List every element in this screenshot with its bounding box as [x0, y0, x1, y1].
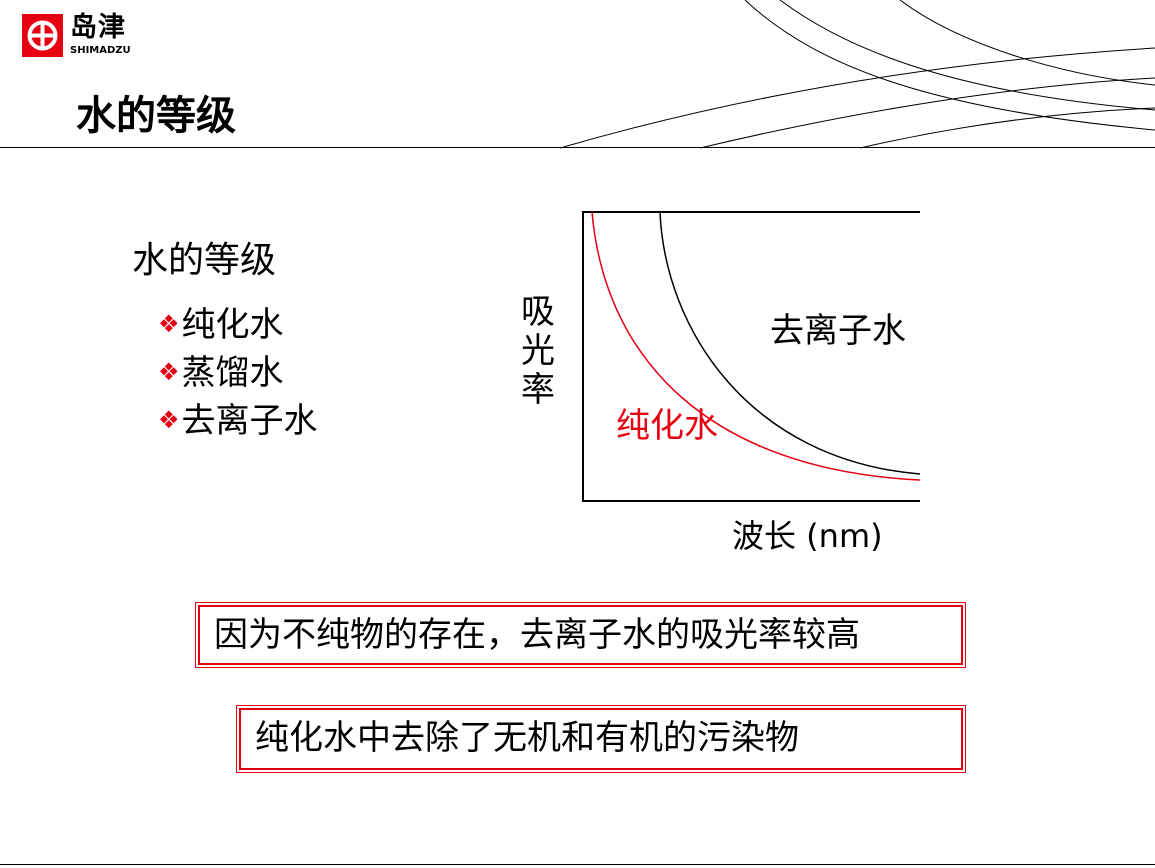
- page-title: 水的等级: [76, 93, 236, 139]
- list-item-label: 蒸馏水: [181, 353, 284, 393]
- series-label-deionized: 去离子水: [770, 311, 906, 351]
- brand-name-cn: 岛津: [70, 12, 126, 43]
- note-box-absorbance: 因为不纯物的存在，去离子水的吸光率较高: [195, 602, 966, 668]
- note-box-purified-water: 纯化水中去除了无机和有机的污染物: [236, 705, 966, 773]
- diamond-bullet-icon: ❖: [158, 406, 180, 434]
- shimadzu-logo-icon: [22, 14, 63, 57]
- decorative-arc: [559, 47, 1155, 149]
- list-item-label: 纯化水: [181, 305, 284, 345]
- y-axis-label: 吸光率: [521, 292, 555, 410]
- list-item: ❖去离子水: [158, 394, 318, 442]
- decorative-arc: [899, 0, 1155, 86]
- decorative-arc: [744, 0, 1155, 131]
- x-axis-label: 波长 (nm): [732, 517, 883, 555]
- list-item: ❖纯化水: [158, 298, 318, 346]
- diamond-bullet-icon: ❖: [158, 310, 180, 338]
- decorative-arc: [779, 0, 1155, 111]
- brand-name-en: SHIMADZU: [70, 45, 131, 56]
- footer-divider: [0, 864, 1155, 865]
- series-label-purified: 纯化水: [616, 406, 718, 446]
- list-heading: 水的等级: [132, 240, 277, 281]
- note-text: 因为不纯物的存在，去离子水的吸光率较高: [214, 615, 860, 655]
- title-divider: [0, 147, 1155, 148]
- absorbance-chart: 去离子水 纯化水 波长 (nm): [582, 211, 920, 555]
- list-item: ❖蒸馏水: [158, 346, 318, 394]
- note-text: 纯化水中去除了无机和有机的污染物: [255, 718, 799, 758]
- water-grade-list: ❖纯化水 ❖蒸馏水 ❖去离子水: [158, 298, 318, 442]
- decorative-arc: [859, 107, 1155, 149]
- plot-frame: [582, 211, 920, 502]
- diamond-bullet-icon: ❖: [158, 358, 180, 386]
- list-item-label: 去离子水: [181, 401, 318, 441]
- decorative-arc: [699, 77, 1155, 149]
